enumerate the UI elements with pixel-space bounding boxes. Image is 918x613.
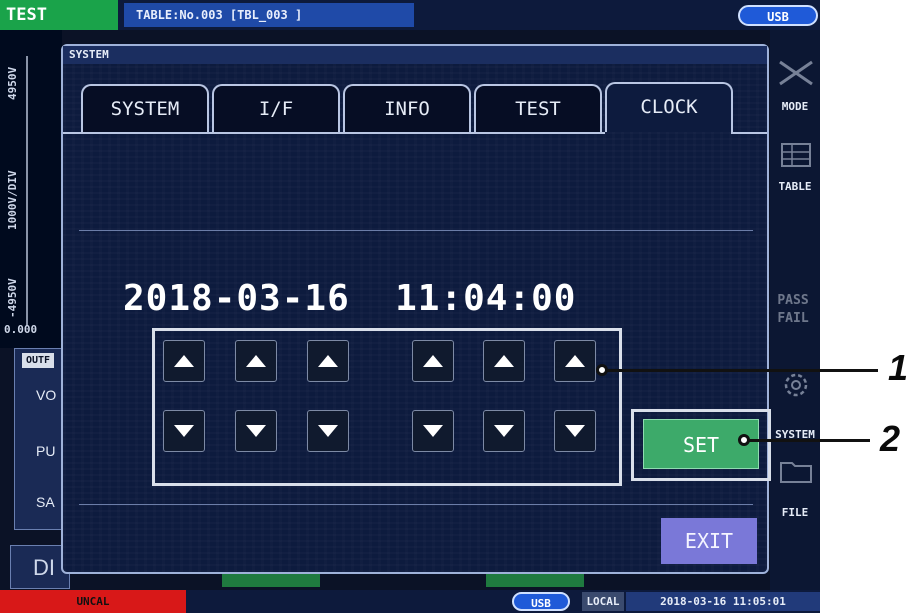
clock-datetime: 2018-03-16 11:04:00 xyxy=(123,278,577,319)
mode-icon xyxy=(778,58,814,88)
triangle-up-icon xyxy=(246,355,266,367)
exit-button[interactable]: EXIT xyxy=(661,518,757,564)
local-indicator: LOCAL xyxy=(582,592,624,611)
uncal-indicator: UNCAL xyxy=(0,590,186,613)
top-status-bar: TEST TABLE:No.003 [TBL_003 ] USB xyxy=(0,0,820,30)
y-div-label: 1000V/DIV xyxy=(6,170,19,230)
day-up-button[interactable] xyxy=(307,340,349,382)
month-up-button[interactable] xyxy=(235,340,277,382)
year-up-button[interactable] xyxy=(163,340,205,382)
mode-indicator: TEST xyxy=(0,0,118,30)
tab-test[interactable]: TEST xyxy=(474,84,602,132)
minute-up-button[interactable] xyxy=(483,340,525,382)
tab-clock[interactable]: CLOCK xyxy=(605,82,733,132)
bg-item-sample: SA xyxy=(36,494,55,510)
dialog-title: SYSTEM xyxy=(63,46,767,64)
table-selector[interactable]: TABLE:No.003 [TBL_003 ] xyxy=(124,3,414,27)
hour-up-button[interactable] xyxy=(412,340,454,382)
divider xyxy=(79,504,753,505)
minute-down-button[interactable] xyxy=(483,410,525,452)
usb-indicator: USB xyxy=(738,5,818,26)
folder-icon xyxy=(778,455,814,485)
callout-2-number: 2 xyxy=(880,418,901,459)
y-top-label: 4950V xyxy=(6,66,19,100)
second-down-button[interactable] xyxy=(554,410,596,452)
clock-display: 2018-03-16 11:05:01 xyxy=(626,592,820,611)
adjust-button-group xyxy=(152,328,622,486)
triangle-up-icon xyxy=(565,355,585,367)
tab-underline xyxy=(731,132,767,134)
hour-down-button[interactable] xyxy=(412,410,454,452)
tab-interface[interactable]: I/F xyxy=(212,84,340,132)
x-start-label: 0.000 xyxy=(4,323,38,336)
triangle-up-icon xyxy=(174,355,194,367)
day-down-button[interactable] xyxy=(307,410,349,452)
callout-2-line xyxy=(748,439,870,442)
tab-system[interactable]: SYSTEM xyxy=(81,84,209,132)
bg-item-pulse: PU xyxy=(36,443,56,459)
graph-axis xyxy=(26,56,28,326)
bg-item-voltage: VO xyxy=(36,387,57,403)
tab-info[interactable]: INFO xyxy=(343,84,471,132)
menu-mode[interactable]: MODE xyxy=(770,100,820,113)
triangle-down-icon xyxy=(318,425,338,437)
table-icon xyxy=(778,140,814,170)
triangle-down-icon xyxy=(423,425,443,437)
bottom-status-bar: UNCAL USB LOCAL 2018-03-16 11:05:01 xyxy=(0,590,820,613)
instrument-screen: TEST TABLE:No.003 [TBL_003 ] USB 4950V 1… xyxy=(0,0,820,613)
right-menu: MODE TABLE PASS FAIL SYSTEM FILE xyxy=(770,30,820,590)
triangle-down-icon xyxy=(246,425,266,437)
triangle-down-icon xyxy=(494,425,514,437)
triangle-down-icon xyxy=(565,425,585,437)
system-dialog: SYSTEM SYSTEM I/F INFO TEST CLOCK 2018-0… xyxy=(61,44,771,574)
triangle-up-icon xyxy=(494,355,514,367)
month-down-button[interactable] xyxy=(235,410,277,452)
tab-underline xyxy=(63,132,605,134)
triangle-down-icon xyxy=(174,425,194,437)
bg-green-key xyxy=(486,573,584,587)
callout-1-number: 1 xyxy=(888,347,909,388)
menu-file[interactable]: FILE xyxy=(770,506,820,519)
menu-pass-fail[interactable]: PASS FAIL xyxy=(770,292,816,328)
second-up-button[interactable] xyxy=(554,340,596,382)
year-down-button[interactable] xyxy=(163,410,205,452)
divider xyxy=(79,230,753,231)
gear-icon xyxy=(778,370,814,400)
bg-green-key xyxy=(222,573,320,587)
callout-1-line xyxy=(606,369,878,372)
menu-table[interactable]: TABLE xyxy=(770,180,820,193)
output-panel-tag: OUTF xyxy=(22,353,55,368)
usb-status: USB xyxy=(512,592,570,611)
triangle-up-icon xyxy=(318,355,338,367)
triangle-up-icon xyxy=(423,355,443,367)
waveform-graph: 4950V 1000V/DIV -4950V xyxy=(0,30,62,348)
y-bottom-label: -4950V xyxy=(6,278,19,318)
